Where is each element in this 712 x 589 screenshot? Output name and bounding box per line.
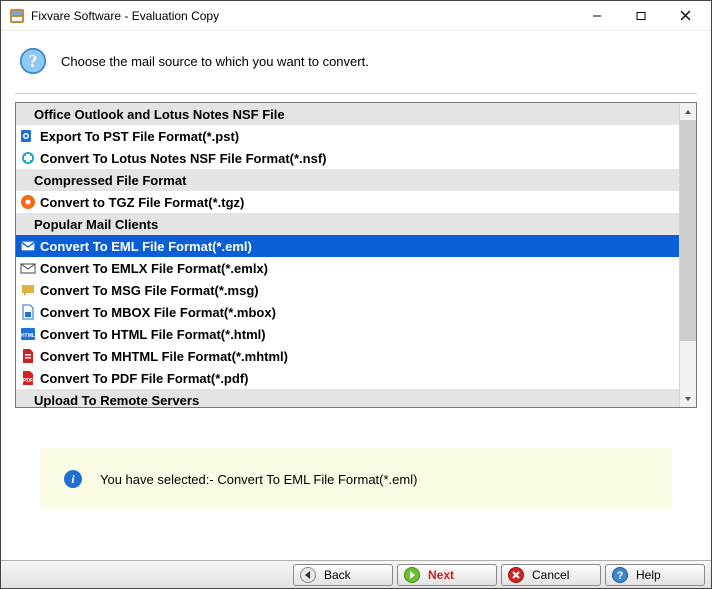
nsf-icon — [20, 150, 36, 166]
eml-icon — [20, 238, 36, 254]
list-item-label: Convert To HTML File Format(*.html) — [40, 327, 266, 342]
cancel-button[interactable]: Cancel — [501, 564, 601, 586]
svg-text:HTML: HTML — [21, 333, 35, 339]
svg-text:PDF: PDF — [23, 378, 33, 384]
help-button[interactable]: ? Help — [605, 564, 705, 586]
minimize-button[interactable] — [575, 2, 619, 30]
instruction-row: ? Choose the mail source to which you wa… — [1, 31, 711, 85]
list-group-header: Office Outlook and Lotus Notes NSF File — [16, 103, 679, 125]
list-item-label: Convert To MHTML File Format(*.mhtml) — [40, 349, 288, 364]
list-item-emlx[interactable]: Convert To EMLX File Format(*.emlx) — [16, 257, 679, 279]
list-item-msg[interactable]: Convert To MSG File Format(*.msg) — [16, 279, 679, 301]
info-value: Convert To EML File Format(*.eml) — [217, 472, 417, 487]
mbox-icon — [20, 304, 36, 320]
arrow-right-icon — [404, 567, 420, 583]
list-item-label: Convert To EMLX File Format(*.emlx) — [40, 261, 268, 276]
maximize-button[interactable] — [619, 2, 663, 30]
list-item-nsf[interactable]: Convert To Lotus Notes NSF File Format(*… — [16, 147, 679, 169]
list-item-label: Convert To MBOX File Format(*.mbox) — [40, 305, 276, 320]
arrow-left-icon — [300, 567, 316, 583]
info-prefix: You have selected:- — [100, 472, 217, 487]
scroll-thumb[interactable] — [680, 120, 696, 341]
scroll-down-button[interactable] — [680, 390, 696, 407]
app-window: Fixvare Software - Evaluation Copy ? Cho… — [0, 0, 712, 589]
list-item-html[interactable]: HTML Convert To HTML File Format(*.html) — [16, 323, 679, 345]
titlebar: Fixvare Software - Evaluation Copy — [1, 1, 711, 31]
list-item-label: Convert To PDF File Format(*.pdf) — [40, 371, 248, 386]
list-group-header: Popular Mail Clients — [16, 213, 679, 235]
cancel-label: Cancel — [530, 568, 594, 582]
question-icon: ? — [19, 47, 47, 75]
pst-icon — [20, 128, 36, 144]
list-group-header: Compressed File Format — [16, 169, 679, 191]
html-icon: HTML — [20, 326, 36, 342]
info-panel: i You have selected:- Convert To EML Fil… — [41, 448, 671, 510]
instruction-text: Choose the mail source to which you want… — [61, 54, 369, 69]
list-item-label: Export To PST File Format(*.pst) — [40, 129, 239, 144]
scroll-track[interactable] — [680, 120, 696, 390]
list-item-label: Convert To Lotus Notes NSF File Format(*… — [40, 151, 327, 166]
titlebar-title: Fixvare Software - Evaluation Copy — [31, 9, 575, 23]
scroll-up-button[interactable] — [680, 103, 696, 120]
msg-icon — [20, 282, 36, 298]
svg-text:?: ? — [617, 570, 624, 582]
list-item-label: Convert to TGZ File Format(*.tgz) — [40, 195, 244, 210]
mhtml-icon — [20, 348, 36, 364]
svg-text:?: ? — [29, 51, 38, 71]
info-icon: i — [64, 470, 82, 488]
help-icon: ? — [612, 567, 628, 583]
info-text: You have selected:- Convert To EML File … — [100, 472, 417, 487]
cancel-icon — [508, 567, 524, 583]
format-list-container: Office Outlook and Lotus Notes NSF File E… — [15, 102, 697, 408]
back-button[interactable]: Back — [293, 564, 393, 586]
format-list[interactable]: Office Outlook and Lotus Notes NSF File E… — [16, 103, 679, 407]
list-item-tgz[interactable]: Convert to TGZ File Format(*.tgz) — [16, 191, 679, 213]
list-item-eml[interactable]: Convert To EML File Format(*.eml) — [16, 235, 679, 257]
emlx-icon — [20, 260, 36, 276]
close-button[interactable] — [663, 2, 707, 30]
scrollbar[interactable] — [679, 103, 696, 407]
tgz-icon — [20, 194, 36, 210]
help-label: Help — [634, 568, 698, 582]
divider — [15, 93, 697, 94]
list-item-label: Convert To MSG File Format(*.msg) — [40, 283, 259, 298]
next-label: Next — [426, 568, 490, 582]
button-bar: Back Next Cancel ? Help — [1, 560, 711, 588]
app-icon — [9, 8, 25, 24]
list-item-label: Convert To EML File Format(*.eml) — [40, 239, 252, 254]
back-label: Back — [322, 568, 386, 582]
list-item-pst[interactable]: Export To PST File Format(*.pst) — [16, 125, 679, 147]
list-item-mhtml[interactable]: Convert To MHTML File Format(*.mhtml) — [16, 345, 679, 367]
list-item-pdf[interactable]: PDF Convert To PDF File Format(*.pdf) — [16, 367, 679, 389]
next-button[interactable]: Next — [397, 564, 497, 586]
list-item-mbox[interactable]: Convert To MBOX File Format(*.mbox) — [16, 301, 679, 323]
list-group-header: Upload To Remote Servers — [16, 389, 679, 407]
pdf-icon: PDF — [20, 370, 36, 386]
